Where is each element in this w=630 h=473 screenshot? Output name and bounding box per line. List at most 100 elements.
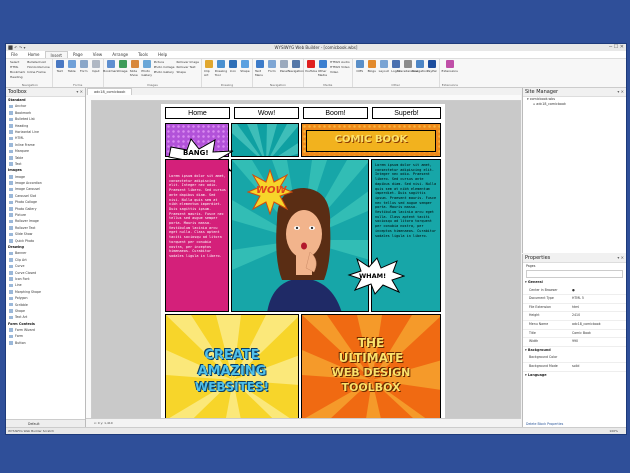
- ribbon-form-button[interactable]: Form: [79, 60, 89, 73]
- toolbox-item[interactable]: Text Art: [6, 314, 85, 320]
- ribbon-group-label: Media: [323, 83, 333, 87]
- nav-button-home[interactable]: Home: [165, 107, 230, 119]
- tree-item-page[interactable]: ▫ adc18_comicbook: [527, 102, 626, 107]
- toolbox-tab-default[interactable]: Default: [28, 422, 40, 426]
- menu-view[interactable]: View: [88, 51, 108, 58]
- ribbon-rollover-text[interactable]: Rollover Text: [176, 65, 199, 69]
- property-value[interactable]: 990: [572, 338, 626, 346]
- ribbon-horizontal-line[interactable]: Horizontal Line: [27, 65, 50, 69]
- ribbon-video[interactable]: Video: [330, 70, 350, 74]
- ribbon-youtube-button[interactable]: YouTube: [305, 60, 317, 77]
- toolbox-item-label: HTML: [15, 136, 24, 141]
- design-canvas[interactable]: Home Wow! Boom! Superb! COMIC BOOK BANG!…: [86, 95, 521, 419]
- property-value[interactable]: Comic Book: [572, 330, 626, 338]
- ribbon-textmenu-button[interactable]: Text Menu: [255, 60, 265, 77]
- comic-page[interactable]: Home Wow! Boom! Superb! COMIC BOOK BANG!…: [161, 104, 445, 419]
- ribbon-layout-button[interactable]: Layout: [379, 60, 389, 73]
- property-row[interactable]: Background Color: [523, 354, 626, 363]
- menu-help[interactable]: Help: [153, 51, 172, 58]
- ribbon-html5-video[interactable]: HTML5 Video: [330, 65, 350, 69]
- nav-button-wow[interactable]: Wow!: [234, 107, 299, 119]
- toolbox-item[interactable]: Text: [6, 161, 85, 167]
- menu-page[interactable]: Page: [68, 51, 88, 58]
- ribbon-othermedia-button[interactable]: Other Media: [318, 60, 328, 77]
- ribbon-photo-gallery-button[interactable]: Photo Gallery: [141, 60, 152, 77]
- ribbon-picture[interactable]: Picture: [154, 60, 175, 64]
- ribbon-slideshow-button[interactable]: Slide Show: [130, 60, 140, 77]
- ribbon-photo-gallery-small[interactable]: Photo Gallery: [154, 70, 175, 74]
- property-category[interactable]: ▾ Background: [523, 347, 626, 355]
- menu-tools[interactable]: Tools: [133, 51, 153, 58]
- property-value[interactable]: 2410: [572, 312, 626, 320]
- blogs-icon: [367, 60, 376, 68]
- ribbon-photo-collage[interactable]: Photo Collage: [154, 65, 175, 69]
- ribbon-extensions-button[interactable]: Extensions: [442, 60, 458, 73]
- property-value[interactable]: html: [572, 304, 626, 312]
- ribbon-navigation-button[interactable]: Navigation: [288, 60, 304, 77]
- ribbon-cms-button[interactable]: CMS: [355, 60, 365, 73]
- property-value[interactable]: ●: [572, 287, 626, 295]
- toolbox-item[interactable]: Button: [6, 340, 85, 346]
- property-row[interactable]: Width 990: [523, 338, 626, 347]
- properties-footer-link[interactable]: Delete Block Properties: [526, 422, 563, 426]
- ribbon-table-button[interactable]: Table: [67, 60, 77, 73]
- pin-icon[interactable]: ▾ ✕: [617, 254, 624, 262]
- nav-button-superb[interactable]: Superb!: [372, 107, 441, 119]
- ribbon-bookmark[interactable]: Bookmark: [10, 70, 25, 74]
- ribbon-form2-button[interactable]: Form: [267, 60, 277, 77]
- property-row[interactable]: Menu Name adc18_comicbook: [523, 321, 626, 330]
- property-row[interactable]: File Extension html: [523, 304, 626, 313]
- panel-create-websites[interactable]: CREATE AMAZING WEBSITES!: [165, 314, 299, 419]
- property-row[interactable]: Height 2410: [523, 312, 626, 321]
- ribbon-bookmark-button[interactable]: Bookmark: [103, 60, 118, 77]
- ribbon-clipart-button[interactable]: Clip Art: [204, 60, 214, 77]
- ribbon-drawing-button[interactable]: Drawing Tool: [215, 60, 227, 77]
- properties-search-input[interactable]: [526, 270, 623, 278]
- property-value[interactable]: HTML 5: [572, 295, 626, 303]
- panel-orange-title[interactable]: COMIC BOOK: [301, 123, 441, 157]
- property-row[interactable]: Background Mode solid: [523, 363, 626, 372]
- menu-insert[interactable]: Insert: [44, 51, 68, 58]
- toolbox-item-label: Marquee: [15, 149, 29, 154]
- property-row[interactable]: Center in Browser ●: [523, 287, 626, 296]
- nav-button-boom[interactable]: Boom!: [303, 107, 368, 119]
- menu-arrange[interactable]: Arrange: [107, 51, 133, 58]
- form-icon: [267, 60, 276, 68]
- ribbon-select[interactable]: Select: [10, 60, 25, 64]
- property-value[interactable]: solid: [572, 363, 626, 371]
- ribbon-inline-frame[interactable]: Inline Frame: [27, 70, 50, 74]
- panel-teal-rays[interactable]: [231, 123, 299, 157]
- pin-icon[interactable]: ▾ ✕: [76, 88, 83, 96]
- ribbon-bulleted-list[interactable]: Bulleted List: [27, 60, 50, 64]
- property-value[interactable]: adc18_comicbook: [572, 321, 626, 329]
- menu-home[interactable]: Home: [23, 51, 45, 58]
- quick-access-toolbar[interactable]: ⬛ ↶ ↷ ▾: [8, 44, 26, 51]
- property-value[interactable]: [572, 354, 626, 362]
- ribbon-html5-audio[interactable]: HTML5 Audio: [330, 60, 350, 64]
- ribbon-shape-button[interactable]: Shape: [240, 60, 250, 77]
- property-category[interactable]: ▾ General: [523, 279, 626, 287]
- ribbon-input-button[interactable]: Input: [91, 60, 101, 73]
- ribbon-html[interactable]: HTML: [10, 65, 25, 69]
- ribbon-heading[interactable]: Heading: [10, 75, 25, 79]
- window-controls[interactable]: ─ ☐ ✕: [609, 44, 624, 51]
- toolbox-item[interactable]: Quick Photo: [6, 238, 85, 244]
- ribbon-shape-small[interactable]: Shape: [176, 70, 199, 74]
- left-lorem-text: Lorem ipsum dolor sit amet, consectetur …: [169, 174, 226, 258]
- property-row[interactable]: Title Comic Book: [523, 330, 626, 339]
- panel-magenta-text[interactable]: Lorem ipsum dolor sit amet, consectetur …: [165, 159, 229, 312]
- property-category[interactable]: ▾ Language: [523, 372, 626, 380]
- panel-ultimate-toolbox[interactable]: THE ULTIMATE WEB DESIGN TOOLBOX: [301, 314, 441, 419]
- menu-file[interactable]: File: [6, 51, 23, 58]
- ribbon-blogs-button[interactable]: Blogs: [367, 60, 377, 73]
- ribbon-rollover-image[interactable]: Rollover Image: [176, 60, 199, 64]
- pin-icon[interactable]: ▾ ✕: [617, 88, 624, 96]
- zoom-level[interactable]: 100%: [609, 428, 618, 434]
- property-row[interactable]: Document Type HTML 5: [523, 295, 626, 304]
- toolbox-item-icon: [9, 258, 13, 262]
- ribbon-image-button[interactable]: Image: [118, 60, 128, 77]
- ribbon-icon-button[interactable]: Icon: [228, 60, 238, 77]
- ribbon-text-button[interactable]: Text: [55, 60, 65, 73]
- ribbon-nav2-button[interactable]: Navigation: [412, 60, 428, 73]
- ribbon-paypal-button[interactable]: PayPal: [427, 60, 437, 73]
